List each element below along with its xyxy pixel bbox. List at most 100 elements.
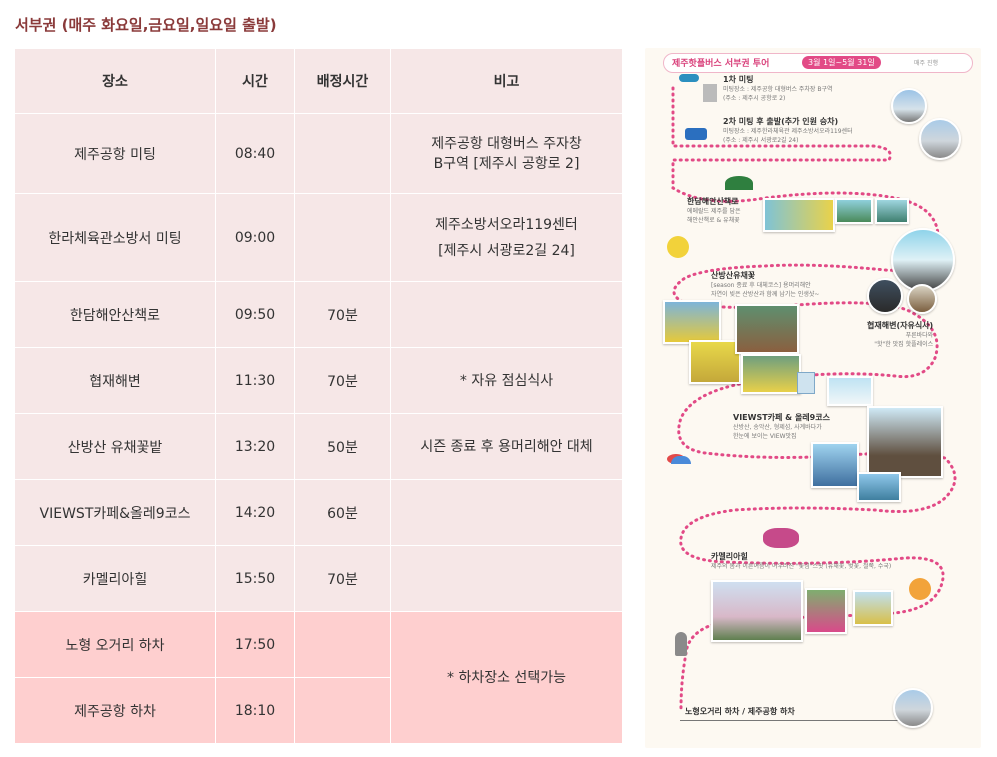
cell-place: 제주공항 하차: [14, 677, 216, 744]
note-line: [제주시 서광로2길 24]: [438, 242, 575, 259]
dropoff-note: * 하차장소 선택가능: [390, 611, 623, 744]
table-row: VIEWST카페&올레9코스 14:20 60분: [14, 479, 623, 546]
dol-hareubang-icon: [675, 632, 687, 656]
cell-place: VIEWST카페&올레9코스: [14, 479, 216, 546]
cell-place: 산방산 유채꽃밭: [14, 413, 216, 480]
table-row: 협재해변 11:30 70분 * 자유 점심식사: [14, 347, 623, 414]
cafe-exterior-photo: [827, 376, 873, 406]
header-duration: 배정시간: [294, 48, 391, 114]
map-stop-desc: [season 종료 후 대체코스] 용머리해안: [711, 282, 811, 289]
cell-place: 카멜리아힐: [14, 545, 216, 612]
cell-time: 09:00: [215, 193, 295, 282]
camellia-garden-photo: [805, 588, 847, 634]
note-line: 제주공항 대형버스 주자창: [431, 135, 582, 152]
map-stop-2: 2차 미팅 후 출발(추가 인원 승차) 미팅장소 : 제주한라체육관 제주소방…: [723, 116, 853, 145]
table-row: 한담해안산책로 09:50 70분: [14, 281, 623, 348]
flower-icon: [667, 236, 689, 258]
cell-duration: 70분: [294, 281, 391, 348]
cell-note: * 자유 점심식사: [390, 347, 623, 414]
sun-icon: [909, 578, 931, 600]
map-stop-desc: (주소 : 제주시 공항로 2): [723, 95, 786, 102]
cell-time: 11:30: [215, 347, 295, 414]
table-row: 제주공항 미팅 08:40 제주공항 대형버스 주자창 B구역 [제주시 공항로…: [14, 113, 623, 194]
cell-time: 14:20: [215, 479, 295, 546]
map-stop-6: VIEWST카페 & 올레9코스 산방산, 송악산, 형제섬, 사계바다가 한눈…: [733, 412, 830, 441]
cell-place: 한라체육관소방서 미팅: [14, 193, 216, 282]
map-stop-desc: 미팅장소 : 제주한라체육관 제주소방서오라119센터: [723, 128, 853, 135]
map-stop-desc: 자연이 빚은 산방산과 함께 남기는 인생샷~: [711, 291, 820, 298]
map-header-tag: 매주 진행: [914, 60, 938, 67]
map-stop-desc: 한눈에 보이는 VIEW맛집: [733, 433, 797, 440]
map-stop-title: 산방산유채꽃: [711, 271, 756, 280]
cell-time: 15:50: [215, 545, 295, 612]
cell-note: 시즌 종료 후 용머리해안 대체: [390, 413, 623, 480]
airport-photo: [891, 88, 927, 124]
note-line: B구역 [제주시 공항로 2]: [433, 155, 580, 172]
map-stop-title: 2차 미팅 후 출발(추가 인원 승차): [723, 117, 839, 126]
cell-note: [390, 479, 623, 546]
cell-place: 노형 오거리 하차: [14, 611, 216, 678]
island-icon: [725, 176, 753, 190]
table-row: 한라체육관소방서 미팅 09:00 제주소방서오라119센터 [제주시 서광로2…: [14, 193, 623, 282]
map-stop-1: 1차 미팅 미팅장소 : 제주공항 대형버스 주차장 B구역 (주소 : 제주시…: [723, 74, 833, 103]
map-stop-3: 한담해안산책로 에메랄드 제주를 담은 해안산책로 & 유채꽃: [687, 196, 741, 225]
map-stop-title: VIEWST카페 & 올레9코스: [733, 413, 830, 422]
map-stop-title: 1차 미팅: [723, 75, 754, 84]
tour-route-illustration: 제주핫플버스 서부권 투어 3월 1일~5월 31일 매주 진행 1차 미팅 미…: [645, 48, 981, 748]
bus-icon: [685, 128, 707, 140]
coastal-walk-photo: [763, 198, 835, 232]
map-stop-4: 산방산유채꽃 [season 종료 후 대체코스] 용머리해안 자연이 빚은 산…: [711, 270, 819, 299]
yongmeori-photo: [741, 354, 801, 394]
building-icon: [797, 372, 815, 394]
map-stop-5: 협재해변(자유식사) 푸른바다와 "핫"한 맛집 핫플레이스: [867, 320, 933, 349]
food-photo: [867, 278, 903, 314]
cell-duration: [294, 193, 391, 282]
dropoff-photo: [893, 688, 933, 728]
cell-duration: [294, 113, 391, 194]
cell-duration: 60분: [294, 479, 391, 546]
map-stop-desc: 푸른바다와: [905, 332, 934, 339]
table-row: 산방산 유채꽃밭 13:20 50분 시즌 종료 후 용머리해안 대체: [14, 413, 623, 480]
umbrella-icon: [671, 456, 691, 464]
cell-time: 13:20: [215, 413, 295, 480]
map-stop-desc: 미팅장소 : 제주공항 대형버스 주차장 B구역: [723, 86, 833, 93]
cell-duration: [294, 611, 391, 678]
table-row-dropoff: 노형 오거리 하차 17:50 * 하차장소 선택가능: [14, 611, 623, 744]
cell-place: 협재해변: [14, 347, 216, 414]
cell-time: 17:50: [215, 611, 295, 678]
table-row: 카멜리아힐 15:50 70분: [14, 545, 623, 612]
cell-duration: [294, 677, 391, 744]
coast-view-photo: [857, 472, 901, 502]
camellia-icon: [763, 528, 799, 548]
map-header: 제주핫플버스 서부권 투어 3월 1일~5월 31일 매주 진행: [663, 53, 973, 73]
sanbangsan-photo: [735, 304, 799, 354]
map-header-date: 3월 1일~5월 31일: [802, 56, 881, 69]
map-stop-desc: 해안산책로 & 유채꽃: [687, 217, 740, 224]
note-line: 제주소방서오라119센터: [435, 216, 578, 233]
cherry-blossom-photo: [711, 580, 803, 642]
gym-photo: [919, 118, 961, 160]
cell-note: [390, 545, 623, 612]
hyeopjae-beach-photo: [891, 228, 955, 292]
table-header-row: 장소 시간 배정시간 비고: [14, 48, 623, 114]
cell-note: 제주공항 대형버스 주자창 B구역 [제주시 공항로 2]: [390, 113, 623, 194]
page-title: 서부권 (매주 화요일,금요일,일요일 출발): [15, 16, 277, 34]
map-stop-title: 카멜리아힐: [711, 552, 748, 561]
schedule-table: 장소 시간 배정시간 비고 제주공항 미팅 08:40 제주공항 대형버스 주자…: [14, 48, 623, 744]
cell-duration: 50분: [294, 413, 391, 480]
cell-time: 18:10: [215, 677, 295, 744]
map-stop-desc: (주소 : 제주시 서광로2길 24): [723, 137, 799, 144]
cell-duration: 70분: [294, 545, 391, 612]
map-stop-desc: 산방산, 송악산, 형제섬, 사계바다가: [733, 424, 822, 431]
header-place: 장소: [14, 48, 216, 114]
header-time: 시간: [215, 48, 295, 114]
map-stop-desc: 제주의 봄과 이른여름이 어우러진 "꽃섬"스팟 (유채꽃, 벚꽃, 철쭉, 수…: [711, 563, 892, 570]
map-stop-title: 협재해변(자유식사): [867, 321, 934, 330]
cell-note: [390, 281, 623, 348]
olle-course-photo: [811, 442, 859, 488]
coast-photo: [835, 198, 873, 224]
map-header-title: 제주핫플버스 서부권 투어: [672, 59, 770, 69]
cell-place: 제주공항 미팅: [14, 113, 216, 194]
map-stop-title: 한담해안산책로: [687, 197, 739, 206]
map-stop-desc: 에메랄드 제주를 담은: [687, 208, 741, 215]
